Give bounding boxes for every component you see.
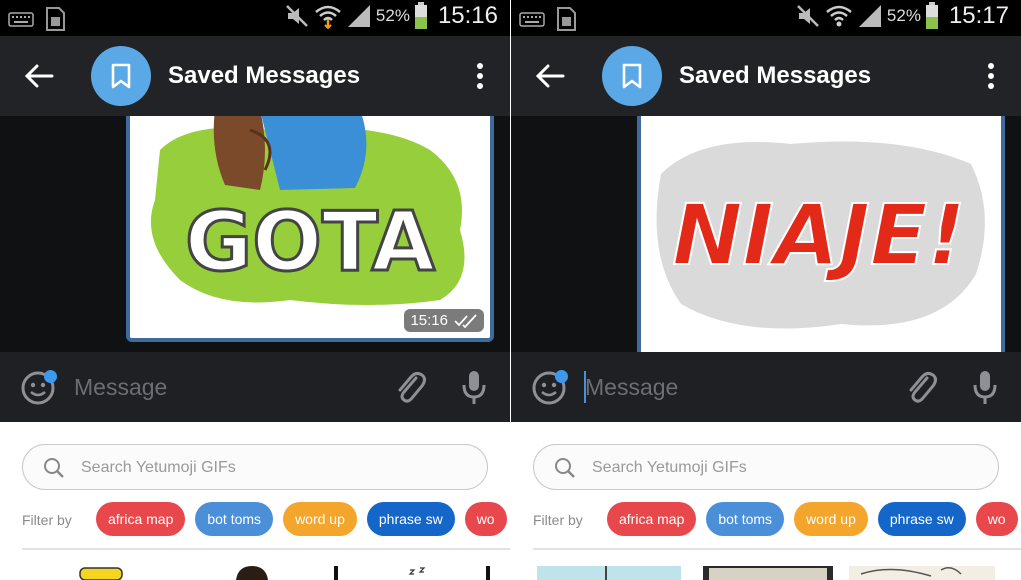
chat-area[interactable]: GOTA 15:16 [0,116,510,352]
gif-search-box[interactable] [533,444,999,490]
chip-phrase-sw[interactable]: phrase sw [366,502,455,536]
attach-icon[interactable] [903,368,937,406]
divider [533,548,1021,550]
chip-phrase-sw[interactable]: phrase sw [877,502,966,536]
gif-thumbnails[interactable] [511,552,1021,580]
wifi-icon [826,5,852,27]
battery-icon [414,2,427,29]
back-arrow-icon[interactable] [22,60,56,92]
status-clock: 15:17 [948,2,1009,29]
notification-dot [555,370,568,383]
composer-bar [511,352,1021,422]
composer-bar [0,352,510,422]
chat-title: Saved Messages [168,62,361,89]
chip-word-up[interactable]: word up [283,502,357,536]
chat-title: Saved Messages [679,62,872,89]
attach-icon[interactable] [392,368,426,406]
chip-word-up[interactable]: word up [794,502,868,536]
status-bar: 52% 15:17 [511,0,1021,36]
app-bar: Saved Messages [511,36,1021,116]
app-bar: Saved Messages [0,36,510,116]
mute-icon [797,5,819,27]
mute-icon [286,5,308,27]
filter-label: Filter by [533,512,583,528]
sticker-message[interactable]: GOTA 15:16 [126,116,494,342]
chip-bot-toms[interactable]: bot toms [195,502,274,536]
message-input[interactable] [74,368,374,406]
message-input[interactable] [585,368,885,406]
sim-card-icon [46,7,65,31]
sticker-image: GOTA [130,116,490,338]
divider [22,548,510,550]
gif-panel: Filter by africa map bot toms word up ph… [0,422,510,580]
bookmark-icon [111,63,131,89]
filter-chips: africa map bot toms word up phrase sw wo [607,502,1018,536]
avatar[interactable] [91,46,151,106]
gif-search-input[interactable] [81,453,471,483]
signal-icon [347,5,370,27]
gif-thumbnails[interactable] [0,552,510,580]
bookmark-icon [622,63,642,89]
chip-bot-toms[interactable]: bot toms [706,502,785,536]
sticker-message[interactable]: NIAJE! [637,116,1005,352]
back-arrow-icon[interactable] [533,60,567,92]
battery-icon [925,2,938,29]
chip-africa-map[interactable]: africa map [96,502,186,536]
notification-dot [44,370,57,383]
mic-icon[interactable] [460,368,488,406]
gif-search-box[interactable] [22,444,488,490]
avatar[interactable] [602,46,662,106]
status-clock: 15:16 [437,2,498,29]
chip-africa-map[interactable]: africa map [607,502,697,536]
mic-icon[interactable] [971,368,999,406]
phone-screen-right: 52% 15:17 Saved Messages NIAJE! Message … [511,0,1021,580]
sticker-text: GOTA [185,195,436,290]
sticker-image: NIAJE! [641,116,1001,352]
more-vert-icon[interactable] [981,60,1001,94]
battery-percent: 52% [886,6,921,25]
chip-wo[interactable]: wo [464,502,507,536]
phone-screen-left: 52% 15:16 Saved Messages GOTA 15:16 Mess… [0,0,510,580]
search-icon [44,458,64,478]
gif-search-input[interactable] [592,453,982,483]
filter-chips: africa map bot toms word up phrase sw wo [96,502,507,536]
status-bar: 52% 15:16 [0,0,510,36]
chat-area[interactable]: NIAJE! [511,116,1021,352]
chip-wo[interactable]: wo [975,502,1018,536]
gif-panel: Filter by africa map bot toms word up ph… [511,422,1021,580]
battery-percent: 52% [375,6,410,25]
wifi-icon [315,5,341,29]
signal-icon [858,5,881,27]
sticker-text: NIAJE! [672,186,966,284]
sim-card-icon [557,7,576,31]
message-time: 15:16 [404,309,484,332]
keyboard-icon [519,12,545,27]
search-icon [555,458,575,478]
double-check-icon [454,313,477,328]
more-vert-icon[interactable] [470,60,490,94]
message-time-text: 15:16 [410,312,448,329]
keyboard-icon [8,12,34,27]
filter-label: Filter by [22,512,72,528]
